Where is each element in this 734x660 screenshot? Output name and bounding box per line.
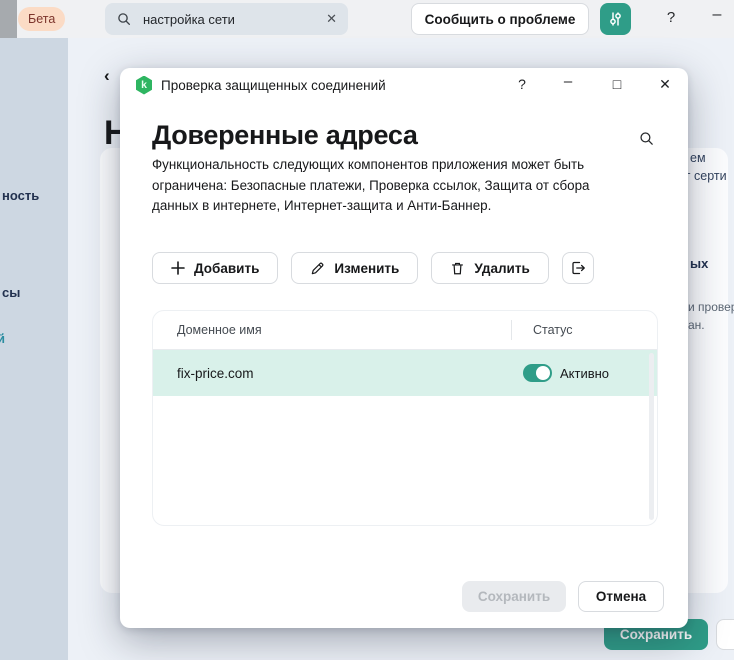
bg-text-fragment: ем — [690, 151, 706, 165]
edit-button[interactable]: Изменить — [291, 252, 419, 284]
page-secondary-button[interactable] — [716, 619, 734, 650]
dialog-maximize-button[interactable]: □ — [607, 76, 627, 92]
dialog-close-icon[interactable]: ✕ — [655, 76, 675, 93]
help-button[interactable]: ? — [662, 9, 680, 26]
dialog-heading: Доверенные адреса — [152, 120, 418, 150]
dialog-description: Функциональность следующих компонентов п… — [152, 157, 590, 213]
nav-sidebar: ность сы й — [0, 38, 68, 660]
table-header: Доменное имя Статус — [153, 311, 657, 350]
save-button[interactable]: Сохранить — [462, 581, 566, 612]
dialog-help-button[interactable]: ? — [512, 76, 532, 92]
back-chevron-icon[interactable]: ‹ — [104, 66, 110, 86]
plus-icon — [171, 261, 185, 275]
trusted-addresses-table: Доменное имя Статус fix-price.com Активн… — [152, 310, 658, 526]
sidebar-item-fragment[interactable]: ность — [2, 188, 39, 203]
top-bar: Бета ✕ Сообщить о проблеме ? – — [0, 0, 734, 38]
export-icon — [570, 260, 586, 276]
minimize-button[interactable]: – — [708, 6, 726, 24]
sidebar-item-fragment[interactable]: й — [0, 331, 5, 346]
clear-search-icon[interactable]: ✕ — [326, 11, 337, 27]
delete-button-label: Удалить — [474, 260, 530, 276]
table-search-icon[interactable] — [638, 130, 655, 147]
cancel-button[interactable]: Отмена — [578, 581, 664, 612]
dialog-minimize-button[interactable]: – — [558, 73, 578, 90]
column-header-domain: Доменное имя — [177, 323, 262, 337]
dialog-footer: Сохранить Отмена — [462, 581, 664, 612]
kaspersky-logo-icon: k — [136, 75, 152, 95]
add-button[interactable]: Добавить — [152, 252, 279, 284]
trash-icon — [450, 261, 465, 276]
search-icon — [116, 11, 132, 27]
domain-cell: fix-price.com — [177, 365, 254, 381]
bg-text-fragment: и провер — [688, 300, 734, 314]
status-label: Активно — [560, 365, 610, 381]
dialog-title-bar: k Проверка защищенных соединений ? – □ ✕ — [120, 68, 688, 102]
sidebar-item-fragment[interactable]: сы — [2, 285, 20, 300]
window-edge-strip — [0, 0, 17, 38]
edit-button-label: Изменить — [334, 260, 400, 276]
trusted-addresses-dialog: k Проверка защищенных соединений ? – □ ✕… — [120, 68, 688, 628]
column-header-status: Статус — [533, 323, 573, 337]
app-window: Бета ✕ Сообщить о проблеме ? – ность сы … — [0, 0, 734, 660]
global-search[interactable]: ✕ — [105, 3, 348, 35]
table-toolbar: Добавить Изменить Удалить — [152, 252, 594, 284]
table-scrollbar[interactable] — [649, 353, 654, 520]
dialog-title: Проверка защищенных соединений — [161, 77, 386, 93]
add-button-label: Добавить — [194, 260, 260, 276]
export-button[interactable] — [561, 252, 594, 284]
bg-text-fragment: ых — [690, 256, 709, 271]
search-input[interactable] — [141, 10, 327, 28]
pencil-icon — [310, 261, 325, 276]
table-row[interactable]: fix-price.com Активно — [153, 350, 657, 396]
bg-text-fragment: г серти — [686, 169, 727, 183]
delete-button[interactable]: Удалить — [431, 252, 549, 284]
beta-badge: Бета — [18, 7, 66, 31]
report-problem-button[interactable]: Сообщить о проблеме — [411, 3, 589, 35]
status-toggle[interactable] — [523, 364, 552, 382]
column-separator — [511, 320, 512, 340]
bg-text-fragment: ан. — [688, 318, 705, 332]
settings-button[interactable] — [600, 3, 631, 35]
sliders-icon — [608, 11, 623, 27]
